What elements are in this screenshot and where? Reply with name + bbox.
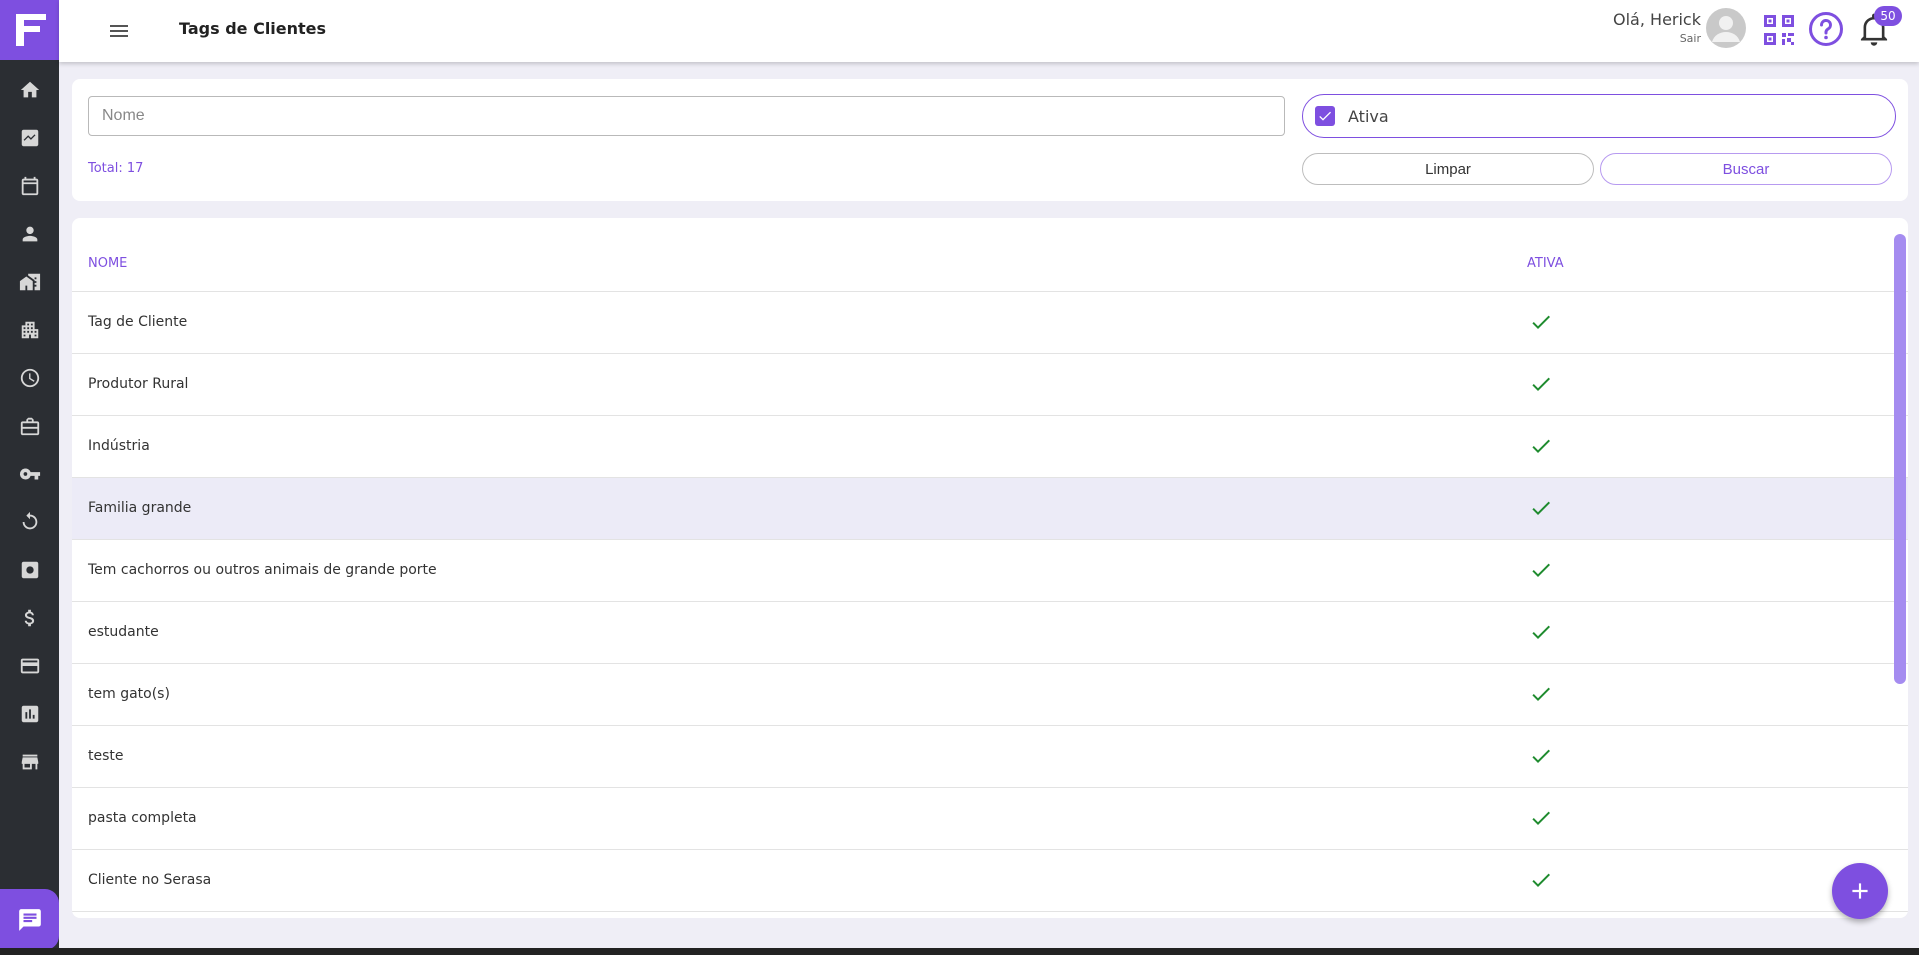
user-block: Olá, Herick Sair [1613,10,1701,45]
tag-name-cell: Tem cachorros ou outros animais de grand… [88,562,437,578]
tag-name-cell: Familia grande [88,500,192,516]
chart-icon [21,129,38,147]
logout-link[interactable]: Sair [1613,32,1701,45]
column-header-active[interactable]: ATIVA [1527,256,1564,271]
tag-name-cell: tem gato(s) [88,686,170,702]
dollar-icon [24,609,34,627]
avatar[interactable] [1706,8,1746,48]
column-header-name[interactable]: NOME [88,256,127,271]
tag-name-cell: Indústria [88,438,150,454]
active-check-icon [1529,682,1553,706]
total-count: Total: 17 [88,161,144,176]
user-avatar-icon [1712,16,1740,42]
notifications-badge: 50 [1874,6,1902,26]
sidebar-item-config[interactable] [0,546,59,594]
table-row[interactable]: Indústria [72,416,1908,478]
active-check-icon [1529,310,1553,334]
clock-icon [20,368,39,388]
tag-name-cell: estudante [88,624,159,640]
tag-name-cell: Tag de Cliente [88,314,188,330]
sidebar-item-sync[interactable] [0,498,59,546]
table-row[interactable]: teste [72,726,1908,788]
tag-name-cell: Produtor Rural [88,376,189,392]
home-icon [20,81,39,98]
table-scrollbar[interactable] [1894,234,1906,684]
settings-box-icon [21,561,38,579]
table-row[interactable]: Familia grande [72,478,1908,540]
sidebar-item-services[interactable] [0,402,59,450]
page-title: Tags de Clientes [179,19,327,38]
table-row[interactable]: Produtor Rural [72,354,1908,416]
active-check-icon [1529,496,1553,520]
table-row[interactable]: tem gato(s) [72,664,1908,726]
sidebar-item-calendar[interactable] [0,162,59,210]
sidebar-item-company[interactable] [0,306,59,354]
table-row[interactable]: Tag de Cliente [72,292,1908,354]
credit-card-icon [20,658,39,674]
chat-button[interactable] [0,889,59,950]
tag-name-cell: Cliente no Serasa [88,872,212,888]
active-check-icon [1529,434,1553,458]
qr-code-icon [1764,15,1794,45]
active-filter-label: Ativa [1348,106,1389,126]
menu-toggle-button[interactable] [107,19,131,43]
sidebar-item-access[interactable] [0,450,59,498]
active-check-icon [1529,806,1553,830]
help-button[interactable] [1808,11,1844,47]
briefcase-icon [20,417,39,436]
key-icon [19,468,40,480]
active-check-icon [1529,372,1553,396]
sidebar-item-payments[interactable] [0,642,59,690]
sidebar-item-dashboard[interactable] [0,114,59,162]
refresh-icon [22,511,37,530]
store-icon [21,754,38,770]
hamburger-icon [110,25,128,37]
tag-name-cell: teste [88,748,124,764]
table-row[interactable]: estudante [72,602,1908,664]
filter-card: Ativa Total: 17 Limpar Buscar [72,79,1908,201]
user-greeting: Olá, Herick [1613,10,1701,29]
sidebar-item-properties[interactable] [0,258,59,306]
bar-chart-icon [21,705,38,723]
active-check-icon [1529,744,1553,768]
active-check-icon [1529,558,1553,582]
sidebar-item-history[interactable] [0,354,59,402]
chat-icon [18,908,41,931]
clear-button[interactable]: Limpar [1302,153,1594,185]
name-search-input[interactable] [88,96,1285,136]
help-icon [1809,12,1843,46]
tag-name-cell: pasta completa [88,810,197,826]
active-checkbox[interactable] [1315,106,1335,126]
logo-icon [15,14,46,46]
plus-icon [1852,883,1868,899]
sidebar [0,0,59,955]
app-logo[interactable] [0,0,59,60]
sidebar-item-clients[interactable] [0,210,59,258]
sidebar-item-store[interactable] [0,738,59,786]
tags-table: NOME ATIVA Tag de Cliente Produtor Rural… [72,218,1908,918]
checkmark-icon [1319,111,1331,121]
qr-code-button[interactable] [1762,13,1796,47]
building-icon [19,273,40,291]
active-check-icon [1529,620,1553,644]
active-check-icon [1529,868,1553,892]
table-body: Tag de Cliente Produtor Rural Indústria … [72,292,1908,912]
active-filter-toggle[interactable]: Ativa [1302,94,1896,138]
sidebar-item-finance[interactable] [0,594,59,642]
table-row[interactable]: Cliente no Serasa [72,850,1908,912]
office-building-icon [21,321,38,339]
table-header: NOME ATIVA [72,218,1908,292]
calendar-icon [21,176,38,196]
table-row[interactable]: pasta completa [72,788,1908,850]
add-tag-button[interactable] [1832,863,1888,919]
sidebar-item-home[interactable] [0,66,59,114]
person-icon [22,226,37,242]
table-row[interactable]: Tem cachorros ou outros animais de grand… [72,540,1908,602]
sidebar-nav [0,66,59,786]
sidebar-item-reports[interactable] [0,690,59,738]
search-button[interactable]: Buscar [1600,153,1892,185]
taskbar-strip [0,948,1919,955]
